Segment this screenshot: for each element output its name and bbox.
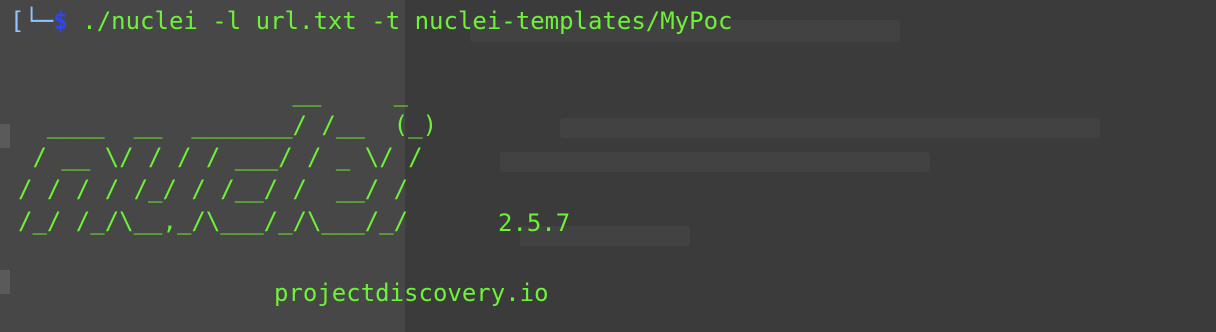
banner-line: /_/ /_/\__,_/\___/_/\___/_/ [18,207,409,235]
prompt-tree: [└─ [10,7,54,35]
command-text: ./nuclei -l url.txt -t nuclei-templates/… [67,7,733,35]
background-window-ghost [500,152,930,172]
command-line: [└─$ ./nuclei -l url.txt -t nuclei-templ… [10,3,732,39]
window-edge-mark [0,124,10,148]
nuclei-ascii-banner: __ _ ____ __ _______/ /__ (_) / __ \/ / … [18,77,437,237]
banner-line: __ _ [18,79,409,107]
terminal-window[interactable]: [└─$ ./nuclei -l url.txt -t nuclei-templ… [0,0,1216,332]
banner-line: / / / / /_/ / /__/ / __/ / [18,175,409,203]
window-edge-mark [0,270,10,294]
banner-line: / __ \/ / / / ___/ / _ \/ / [18,143,423,171]
version-number: 2.5.7 [498,209,571,237]
project-site: projectdiscovery.io [274,279,549,307]
prompt-symbol: $ [53,7,68,35]
banner-line: ____ __ _______/ /__ (_) [18,111,438,139]
background-window-ghost [560,118,1100,138]
